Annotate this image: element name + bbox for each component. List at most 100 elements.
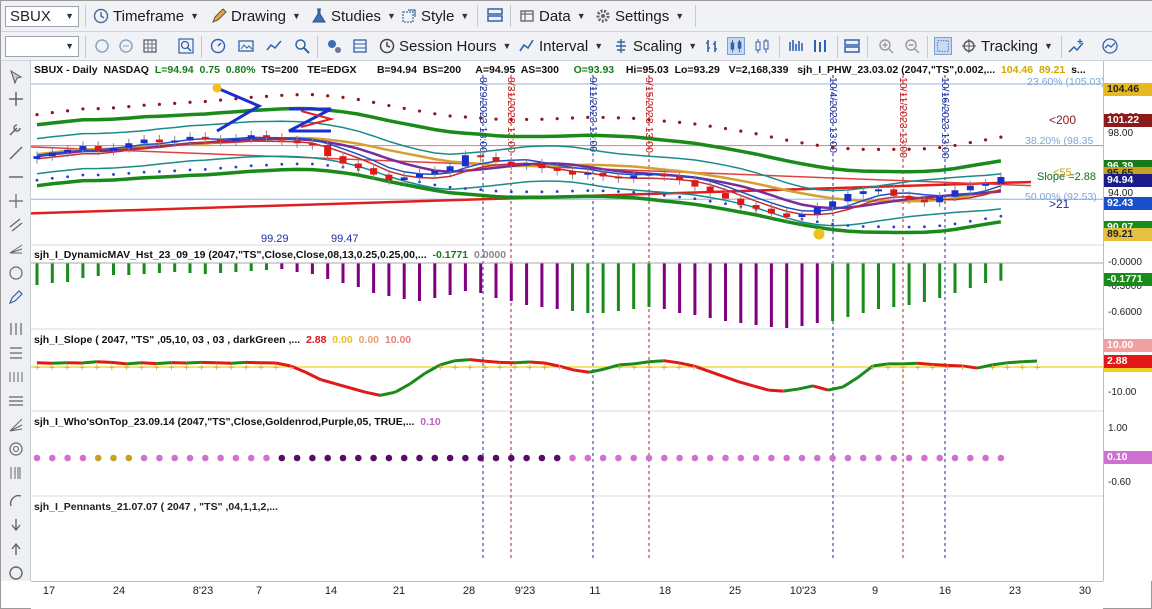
slope-segment bbox=[469, 358, 485, 363]
who-dot bbox=[737, 454, 745, 462]
who-dot bbox=[186, 454, 194, 462]
timeframe-button[interactable]: Timeframe ▼ bbox=[93, 6, 199, 26]
candle-body bbox=[217, 139, 225, 142]
pennants-pane-title: sjh_I_Pennants_21.07.07 ( 2047 , "TS" ,0… bbox=[34, 501, 279, 513]
slope-marker: + bbox=[273, 362, 279, 374]
ma21-dot bbox=[509, 190, 513, 194]
magnifier-icon[interactable] bbox=[293, 37, 311, 55]
link-icon[interactable] bbox=[117, 37, 135, 55]
ma21-dot bbox=[938, 224, 942, 228]
refresh-icon[interactable] bbox=[93, 37, 111, 55]
fib-ext-icon[interactable] bbox=[8, 345, 24, 361]
mav-histogram-bar bbox=[938, 263, 942, 298]
time-axis[interactable]: 17 24 8'23 7 14 21 28 9'23 11 18 25 10'23 9 16 23 30 bbox=[31, 581, 1103, 609]
slope-value-3: 0.00 bbox=[358, 334, 380, 346]
candle-body bbox=[752, 205, 760, 209]
speedometer-icon[interactable] bbox=[209, 37, 227, 55]
target-icon[interactable] bbox=[8, 441, 24, 457]
mav-tick: -0.0000 bbox=[1108, 257, 1142, 268]
horizontal-line-icon[interactable] bbox=[8, 169, 24, 185]
data-window-icon[interactable] bbox=[351, 37, 369, 55]
settings-button[interactable]: Settings ▼ bbox=[595, 6, 684, 26]
dotted-grid-icon[interactable] bbox=[934, 37, 952, 55]
data-button[interactable]: Data ▼ bbox=[519, 6, 586, 26]
ma200-dot bbox=[264, 94, 269, 98]
study-value-2: 89.21 bbox=[1038, 64, 1066, 76]
speed-lines-icon[interactable] bbox=[8, 393, 24, 409]
who-dot bbox=[309, 454, 316, 462]
cycle-lines-icon[interactable] bbox=[8, 465, 24, 481]
chart-analysis-icon[interactable] bbox=[1101, 37, 1119, 55]
who-dot bbox=[829, 454, 836, 462]
fan-icon[interactable] bbox=[8, 417, 24, 433]
who-dot bbox=[967, 454, 974, 462]
candle-body bbox=[507, 161, 515, 166]
ma21-dot bbox=[953, 222, 957, 226]
gann-icon[interactable] bbox=[8, 265, 24, 281]
mav-histogram-bar bbox=[112, 263, 115, 275]
tracking-button[interactable]: Tracking ▼ bbox=[961, 36, 1053, 56]
candle-body bbox=[370, 168, 378, 175]
time-tick: 7 bbox=[255, 585, 263, 597]
crosshair-tool-icon[interactable] bbox=[8, 91, 24, 107]
arc-icon[interactable] bbox=[8, 493, 24, 509]
arrow-down-icon[interactable] bbox=[8, 517, 24, 533]
ma200-label: <200 bbox=[1049, 113, 1077, 127]
pointer-icon[interactable] bbox=[8, 69, 24, 85]
chart-type-icon[interactable] bbox=[265, 37, 283, 55]
ma200-dot bbox=[35, 113, 39, 117]
studies-button[interactable]: Studies ▼ bbox=[311, 6, 396, 26]
mav-histogram-bar bbox=[402, 263, 406, 299]
channel-icon[interactable] bbox=[8, 217, 24, 233]
chevron-down-icon: ▼ bbox=[387, 11, 396, 21]
add-chart-icon[interactable] bbox=[1067, 37, 1085, 55]
workspace-combo[interactable]: ▼ bbox=[5, 36, 79, 57]
ma21-dot bbox=[693, 197, 697, 201]
mav-histogram-bar bbox=[173, 263, 177, 272]
slope-marker: + bbox=[258, 362, 264, 374]
arrow-up-icon[interactable] bbox=[8, 541, 24, 557]
pen-icon[interactable] bbox=[8, 289, 24, 305]
chart-area[interactable]: 8/29/2023 13:00 8/31/2023 13:00 9/11/2023 … bbox=[31, 61, 1103, 581]
grid-icon[interactable] bbox=[141, 37, 159, 55]
interval-button[interactable]: Interval ▼ bbox=[519, 36, 603, 56]
who-dot bbox=[293, 454, 301, 462]
scaling-button[interactable]: Scaling ▼ bbox=[613, 36, 697, 56]
layout-icon[interactable] bbox=[486, 6, 504, 24]
time-tick: 21 bbox=[392, 585, 406, 597]
mav-histogram-bar bbox=[647, 263, 651, 307]
cycle-icon[interactable] bbox=[8, 369, 24, 385]
ma21-dot bbox=[265, 163, 268, 167]
fib-icon[interactable] bbox=[8, 321, 24, 337]
hollow-candle-icon[interactable] bbox=[753, 37, 771, 55]
slope-zero-marker bbox=[1104, 368, 1152, 372]
wrench-icon[interactable] bbox=[8, 121, 24, 137]
mav-histogram-bar bbox=[265, 263, 268, 270]
drawing-button[interactable]: Drawing ▼ bbox=[211, 6, 301, 26]
ma200-dot bbox=[127, 105, 131, 109]
bars-icon[interactable] bbox=[811, 37, 829, 55]
candlestick-icon[interactable] bbox=[727, 37, 745, 55]
volume-icon[interactable] bbox=[787, 37, 805, 55]
photo-icon[interactable] bbox=[237, 37, 255, 55]
chart-toolbar: ▼ Session Hours ▼ Interval ▼ Scaling ▼ T… bbox=[1, 32, 1152, 61]
ellipse-icon[interactable] bbox=[8, 565, 24, 581]
style-button[interactable]: Style ▼ bbox=[401, 6, 469, 26]
mav-histogram-bar bbox=[831, 263, 835, 321]
zoom-out-icon[interactable] bbox=[903, 37, 921, 55]
panes-icon[interactable] bbox=[843, 37, 861, 55]
ma21-dot bbox=[50, 176, 54, 180]
arrows-icon[interactable] bbox=[8, 193, 24, 209]
symbol-combo[interactable]: SBUX ▼ bbox=[5, 6, 79, 27]
slope-marker: + bbox=[288, 362, 294, 374]
price-axis[interactable]: 102.0098.0094.00104.46101.2296.3995.6594… bbox=[1103, 61, 1152, 581]
zoom-chart-icon[interactable] bbox=[177, 37, 195, 55]
ma200-dot bbox=[723, 126, 728, 131]
andrews-icon[interactable] bbox=[8, 241, 24, 257]
format-icon[interactable] bbox=[325, 37, 343, 55]
trendline-icon[interactable] bbox=[8, 145, 24, 161]
session-hours-button[interactable]: Session Hours ▼ bbox=[379, 36, 511, 56]
chevron-down-icon: ▼ bbox=[688, 41, 698, 51]
zoom-in-icon[interactable] bbox=[877, 37, 895, 55]
bar-chart-icon[interactable] bbox=[703, 37, 721, 55]
